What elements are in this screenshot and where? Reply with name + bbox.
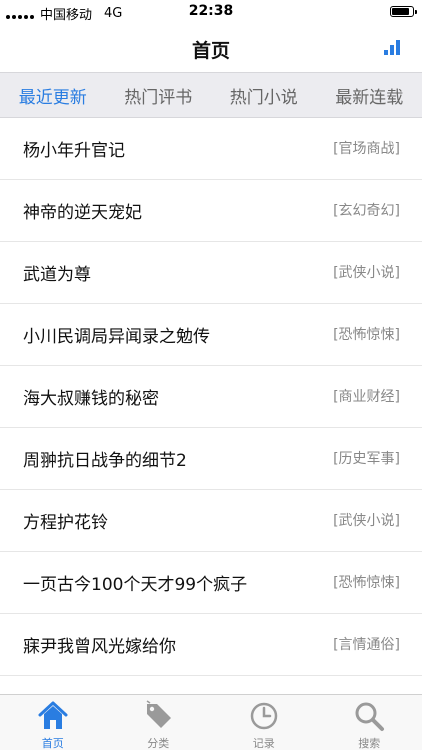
list-item[interactable]: 一页古今100个天才99个疯子 [恐怖惊悚] (0, 552, 422, 614)
book-category: [武侠小说] (333, 262, 400, 282)
bottom-tab-home[interactable]: 首页 (0, 695, 106, 750)
list-item[interactable]: 海大叔赚钱的秘密 [商业财经] (0, 366, 422, 428)
status-bar: 中国移动 4G 22:38 (0, 0, 422, 24)
list-item[interactable]: 寐尹我曾风光嫁给你 [言情通俗] (0, 614, 422, 676)
book-title: 武道为尊 (23, 260, 91, 285)
book-category: [历史军事] (333, 448, 400, 468)
nav-bar: 首页 (0, 24, 422, 72)
list-item[interactable]: 武道为尊 [武侠小说] (0, 242, 422, 304)
tab-popular-novels[interactable]: 热门小说 (211, 83, 317, 108)
book-title: 一页古今100个天才99个疯子 (23, 570, 247, 595)
book-category: [玄幻奇幻] (333, 200, 400, 220)
book-category: [恐怖惊悚] (333, 324, 400, 344)
bottom-tab-label: 首页 (0, 735, 106, 751)
search-icon (352, 700, 386, 732)
book-title: 杨小年升官记 (23, 136, 125, 161)
battery-level-fill (392, 8, 409, 15)
list-item[interactable]: 神帝的逆天宠妃 [玄幻奇幻] (0, 180, 422, 242)
list-item[interactable]: 小川民调局异闻录之勉传 [恐怖惊悚] (0, 304, 422, 366)
book-list: 杨小年升官记 [官场商战] 神帝的逆天宠妃 [玄幻奇幻] 武道为尊 [武侠小说]… (0, 118, 422, 694)
tab-popular-storytelling[interactable]: 热门评书 (106, 83, 212, 108)
bottom-tab-label: 分类 (106, 735, 212, 751)
bottom-tab-bar: 首页 分类 记录 搜索 (0, 694, 422, 750)
list-item[interactable]: 方程护花铃 [武侠小说] (0, 490, 422, 552)
bottom-tab-label: 记录 (211, 735, 317, 751)
category-tab-bar: 最近更新 热门评书 热门小说 最新连载 (0, 72, 422, 118)
book-title: 神帝的逆天宠妃 (23, 198, 142, 223)
book-category: [言情通俗] (333, 634, 400, 654)
bottom-tab-search[interactable]: 搜索 (317, 695, 422, 750)
status-time: 22:38 (0, 3, 422, 19)
bottom-tab-history[interactable]: 记录 (211, 695, 317, 750)
home-icon (36, 700, 70, 732)
clock-icon (247, 700, 281, 732)
bottom-tab-category[interactable]: 分类 (106, 695, 212, 750)
list-item[interactable]: 杨小年升官记 [官场商战] (0, 118, 422, 180)
book-category: [恐怖惊悚] (333, 572, 400, 592)
book-title: 小川民调局异闻录之勉传 (23, 322, 210, 347)
tag-icon (141, 700, 175, 732)
book-title: 方程护花铃 (23, 508, 108, 533)
tab-recent-updates[interactable]: 最近更新 (0, 83, 106, 108)
book-category: [商业财经] (333, 386, 400, 406)
book-category: [武侠小说] (333, 510, 400, 530)
tab-latest-serials[interactable]: 最新连载 (317, 83, 422, 108)
book-title: 周翀抗日战争的细节2 (23, 446, 187, 471)
page-title: 首页 (0, 36, 422, 63)
book-category: [官场商战] (333, 138, 400, 158)
book-title: 寐尹我曾风光嫁给你 (23, 632, 176, 657)
bottom-tab-label: 搜索 (317, 735, 422, 751)
book-title: 海大叔赚钱的秘密 (23, 384, 159, 409)
list-item[interactable]: 周翀抗日战争的细节2 [历史军事] (0, 428, 422, 490)
stats-icon[interactable] (384, 39, 402, 55)
battery-icon (390, 6, 414, 17)
